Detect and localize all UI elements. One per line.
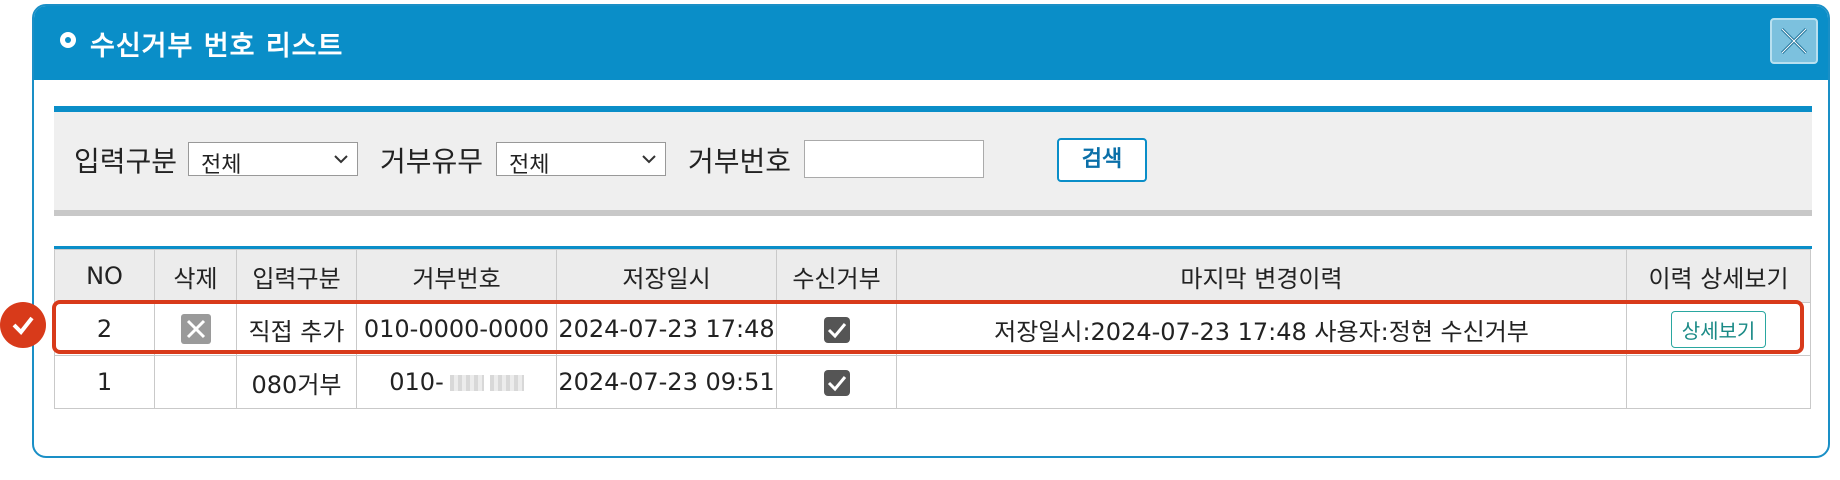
delete-icon[interactable] bbox=[180, 314, 211, 344]
cell-rejected bbox=[776, 355, 897, 409]
masked-digits bbox=[449, 375, 484, 391]
table-header-row: NO 삭제 입력구분 거부번호 저장일시 수신거부 마지막 변경이력 이력 상세… bbox=[54, 249, 1811, 303]
reject-flag-select-value: 전체 bbox=[509, 153, 550, 178]
reject-number-table: NO 삭제 입력구분 거부번호 저장일시 수신거부 마지막 변경이력 이력 상세… bbox=[54, 246, 1812, 456]
close-button[interactable] bbox=[1770, 18, 1818, 64]
search-button[interactable]: 검색 bbox=[1057, 138, 1147, 182]
input-type-select-value: 전체 bbox=[201, 153, 242, 178]
check-icon bbox=[827, 323, 846, 339]
reject-number-input[interactable] bbox=[804, 140, 984, 178]
selected-row-marker bbox=[0, 302, 46, 348]
input-type-select[interactable]: 전체 bbox=[188, 142, 358, 178]
check-icon bbox=[827, 376, 846, 392]
rejected-checkbox[interactable] bbox=[823, 317, 850, 343]
cell-delete bbox=[154, 355, 237, 409]
cell-rejected bbox=[776, 302, 897, 356]
cell-no: 2 bbox=[54, 302, 155, 356]
header-no: NO bbox=[54, 249, 155, 303]
table-row[interactable]: 1 080거부 010- 2024-07-23 09:51 bbox=[54, 355, 1811, 409]
reject-list-dialog: 수신거부 번호 리스트 입력구분 전체 거부유무 전체 거부번호 검색 NO 삭… bbox=[32, 4, 1830, 458]
input-type-label: 입력구분 bbox=[74, 145, 178, 178]
cell-input-type: 080거부 bbox=[236, 355, 357, 409]
reject-number-label: 거부번호 bbox=[688, 145, 792, 178]
cell-last-change bbox=[896, 355, 1627, 409]
cell-history-detail bbox=[1626, 355, 1811, 409]
reject-number-text: 010- bbox=[389, 368, 444, 396]
header-input-type: 입력구분 bbox=[236, 249, 357, 303]
header-delete: 삭제 bbox=[154, 249, 237, 303]
chevron-down-icon bbox=[642, 155, 656, 164]
header-last-change: 마지막 변경이력 bbox=[896, 249, 1627, 303]
header-reject-number: 거부번호 bbox=[356, 249, 557, 303]
detail-view-button[interactable]: 상세보기 bbox=[1670, 310, 1767, 348]
cell-delete bbox=[154, 302, 237, 356]
cell-saved-at: 2024-07-23 17:48 bbox=[556, 302, 777, 356]
close-icon bbox=[1780, 27, 1808, 55]
check-icon bbox=[12, 316, 34, 336]
masked-digits bbox=[489, 375, 524, 391]
rejected-checkbox[interactable] bbox=[823, 370, 850, 396]
cell-history-detail: 상세보기 bbox=[1626, 302, 1811, 356]
dialog-titlebar: 수신거부 번호 리스트 bbox=[34, 6, 1828, 80]
reject-flag-label: 거부유무 bbox=[380, 145, 484, 178]
search-panel: 입력구분 전체 거부유무 전체 거부번호 검색 bbox=[54, 106, 1812, 216]
header-history-detail: 이력 상세보기 bbox=[1626, 249, 1811, 303]
cell-reject-number: 010- bbox=[356, 355, 557, 409]
reject-flag-select[interactable]: 전체 bbox=[496, 142, 666, 178]
cell-input-type: 직접 추가 bbox=[236, 302, 357, 356]
cell-reject-number: 010-0000-0000 bbox=[356, 302, 557, 356]
cell-last-change: 저장일시:2024-07-23 17:48 사용자:정현 수신거부 bbox=[896, 302, 1627, 356]
empty-row bbox=[54, 408, 1811, 456]
cell-saved-at: 2024-07-23 09:51 bbox=[556, 355, 777, 409]
chevron-down-icon bbox=[334, 155, 348, 164]
header-saved-at: 저장일시 bbox=[556, 249, 777, 303]
header-rejected: 수신거부 bbox=[776, 249, 897, 303]
dialog-title: 수신거부 번호 리스트 bbox=[90, 31, 344, 62]
radio-bullet-icon bbox=[60, 32, 76, 48]
cell-no: 1 bbox=[54, 355, 155, 409]
table-row[interactable]: 2 직접 추가 010-0000-0000 2024-07-23 17:48 저… bbox=[54, 302, 1811, 356]
